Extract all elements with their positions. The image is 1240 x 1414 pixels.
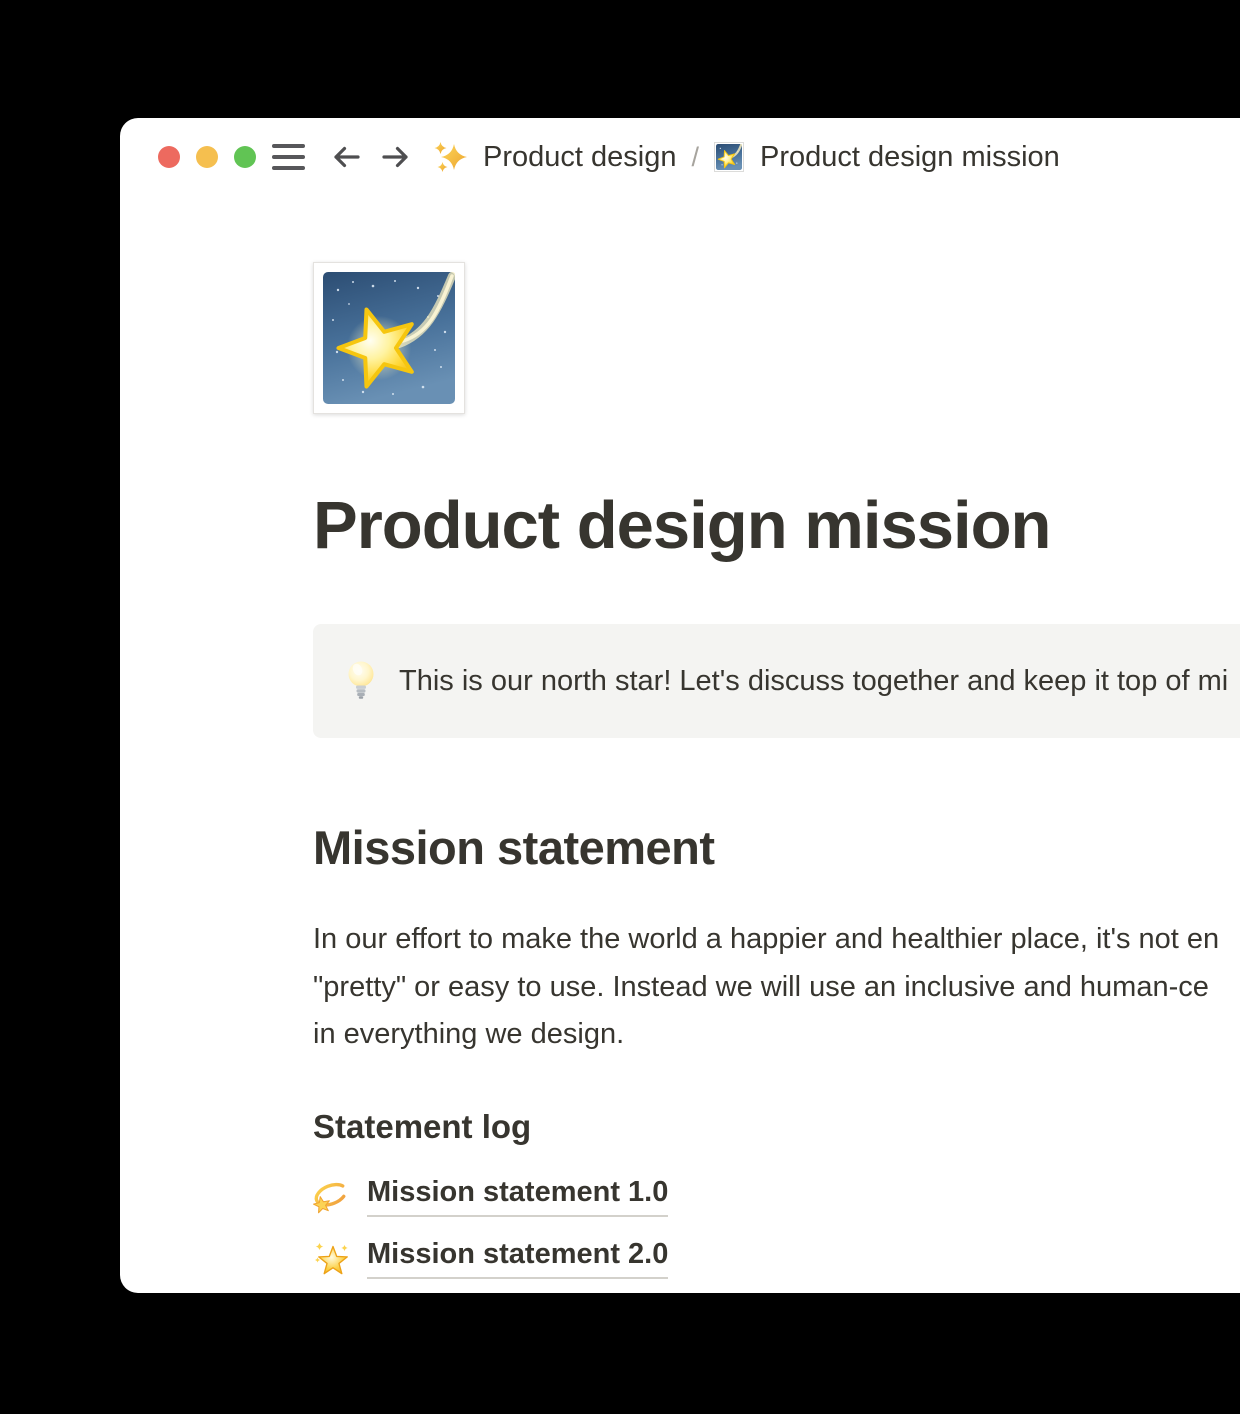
breadcrumb-current[interactable]: Product design mission <box>714 141 1060 174</box>
hamburger-menu-icon[interactable] <box>272 144 305 170</box>
breadcrumb-parent[interactable]: Product design <box>415 140 676 174</box>
window-controls <box>158 146 256 168</box>
paragraph-line: In our effort to make the world a happie… <box>313 916 1240 964</box>
mission-statement-paragraph: In our effort to make the world a happie… <box>313 916 1240 1059</box>
statement-log-heading: Statement log <box>313 1107 1240 1147</box>
notion-window: Product design / Product design mission <box>120 118 1240 1293</box>
page-link-label: Mission statement 2.0 <box>367 1238 668 1279</box>
zoom-window-button[interactable] <box>234 146 256 168</box>
callout-block: This is our north star! Let's discuss to… <box>313 624 1240 738</box>
page-link-mission-statement-1[interactable]: Mission statement 1.0 <box>313 1175 668 1219</box>
titlebar: Product design / Product design mission <box>120 118 1240 196</box>
close-window-button[interactable] <box>158 146 180 168</box>
shooting-star-image-icon <box>323 272 455 404</box>
breadcrumb-current-label: Product design mission <box>760 141 1060 174</box>
statement-log-links: Mission statement 1.0 Mission statement … <box>313 1175 1240 1281</box>
mission-statement-heading: Mission statement <box>313 820 1240 876</box>
light-bulb-icon <box>347 659 375 703</box>
breadcrumb-separator: / <box>691 142 699 173</box>
paragraph-line: "pretty" or easy to use. Instead we will… <box>313 964 1240 1012</box>
page-icon-shooting-star[interactable] <box>313 262 465 414</box>
glowing-star-icon <box>313 1239 351 1279</box>
back-arrow-icon[interactable] <box>329 140 363 174</box>
page-link-mission-statement-2[interactable]: Mission statement 2.0 <box>313 1237 668 1281</box>
breadcrumb-parent-label: Product design <box>483 141 676 174</box>
callout-text: This is our north star! Let's discuss to… <box>399 665 1228 698</box>
forward-arrow-icon[interactable] <box>379 140 413 174</box>
shooting-star-icon <box>714 142 744 172</box>
page-link-label: Mission statement 1.0 <box>367 1176 668 1217</box>
page-content: Product design mission This is our north… <box>120 262 1240 1281</box>
sparkles-icon <box>433 140 467 174</box>
paragraph-line: in everything we design. <box>313 1011 1240 1059</box>
minimize-window-button[interactable] <box>196 146 218 168</box>
page-title: Product design mission <box>313 486 1240 566</box>
dizzy-icon <box>313 1177 351 1217</box>
